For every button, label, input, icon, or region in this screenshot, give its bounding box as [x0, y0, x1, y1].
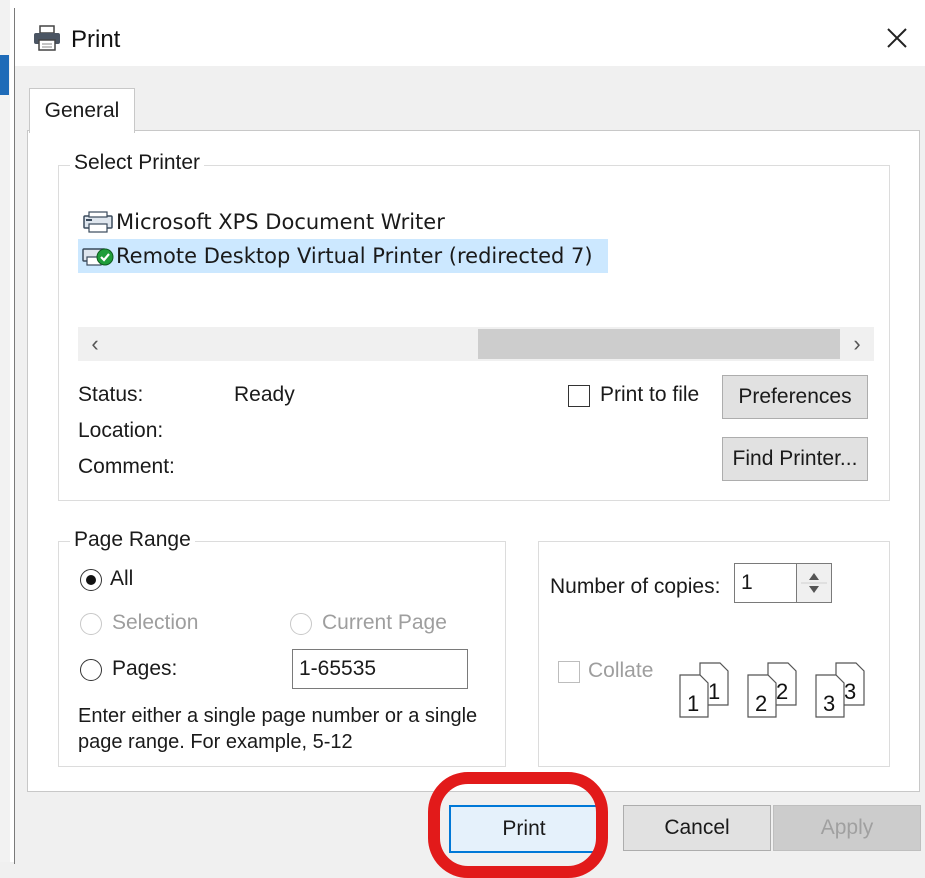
print-to-file-label[interactable]: Print to file [600, 383, 699, 407]
page-range-hint: Enter either a single page number or a s… [78, 705, 478, 753]
background-window-accent [0, 55, 9, 95]
status-label: Status: [78, 383, 144, 406]
printer-name: Microsoft XPS Document Writer [116, 210, 445, 234]
print-dialog: Print General Select Printer Microsoft X… [14, 8, 925, 864]
cancel-button[interactable]: Cancel [623, 805, 771, 851]
close-icon [887, 28, 907, 48]
printer-icon [83, 211, 113, 233]
pages-input[interactable]: 1-65535 [292, 649, 468, 689]
select-printer-label: Select Printer [70, 151, 205, 175]
spinner-arrows-icon [801, 573, 827, 593]
copies-spinner[interactable] [796, 563, 832, 603]
tab-panel-general: Select Printer Microsoft XPS Document Wr… [27, 130, 920, 792]
background-window-strip [0, 0, 10, 878]
print-to-file-checkbox[interactable] [568, 385, 590, 407]
scrollbar-thumb[interactable] [478, 329, 840, 359]
radio-pages[interactable] [80, 659, 102, 681]
location-label: Location: [78, 419, 164, 442]
collate-checkbox[interactable] [558, 661, 580, 683]
apply-button[interactable]: Apply [773, 805, 921, 851]
background-window-edge [0, 0, 925, 8]
scroll-right-arrow[interactable]: › [840, 327, 874, 361]
radio-pages-label[interactable]: Pages: [112, 657, 177, 681]
radio-all-label[interactable]: All [110, 567, 133, 591]
status-value: Ready [234, 383, 295, 406]
comment-label: Comment: [78, 455, 175, 478]
radio-all[interactable] [80, 569, 102, 591]
collate-illustration: 1 1 2 2 3 3 [676, 657, 876, 721]
title-bar: Print [15, 8, 925, 66]
collate-page-number: 1 [687, 691, 699, 716]
copies-input[interactable]: 1 [734, 563, 796, 603]
collate-page-number: 2 [776, 679, 788, 704]
dialog-title: Print [71, 26, 121, 53]
collate-page-number: 2 [755, 691, 767, 716]
page-stack-2-icon: 2 2 [747, 662, 797, 718]
printer-default-icon [82, 248, 114, 266]
printer-icon [34, 25, 60, 51]
find-printer-button[interactable]: Find Printer... [722, 437, 868, 481]
tab-general[interactable]: General [29, 88, 135, 133]
collate-label[interactable]: Collate [588, 659, 653, 683]
page-stack-1-icon: 1 1 [679, 662, 729, 718]
print-button[interactable]: Print [449, 805, 599, 853]
preferences-button[interactable]: Preferences [722, 375, 868, 419]
copies-label: Number of copies: [550, 575, 721, 598]
printer-item-remote-desktop[interactable]: Remote Desktop Virtual Printer (redirect… [78, 239, 608, 273]
page-range-label: Page Range [70, 528, 195, 552]
printer-list-scrollbar[interactable]: ‹ › [78, 327, 874, 361]
printer-item-xps[interactable]: Microsoft XPS Document Writer [78, 205, 858, 239]
collate-page-number: 1 [708, 679, 720, 704]
printer-name: Remote Desktop Virtual Printer (redirect… [116, 244, 593, 268]
printer-list[interactable]: Microsoft XPS Document Writer Remote Des… [78, 205, 858, 327]
close-button[interactable] [875, 16, 919, 60]
collate-page-number: 3 [823, 691, 835, 716]
scroll-left-arrow[interactable]: ‹ [78, 327, 112, 361]
page-stack-3-icon: 3 3 [815, 662, 865, 718]
radio-selection-label[interactable]: Selection [112, 611, 198, 635]
radio-current-page[interactable] [290, 613, 312, 635]
radio-current-page-label[interactable]: Current Page [322, 611, 447, 635]
radio-selection[interactable] [80, 613, 102, 635]
radio-selected-dot [86, 575, 96, 585]
background-window-bottom [0, 862, 925, 878]
collate-page-number: 3 [844, 679, 856, 704]
